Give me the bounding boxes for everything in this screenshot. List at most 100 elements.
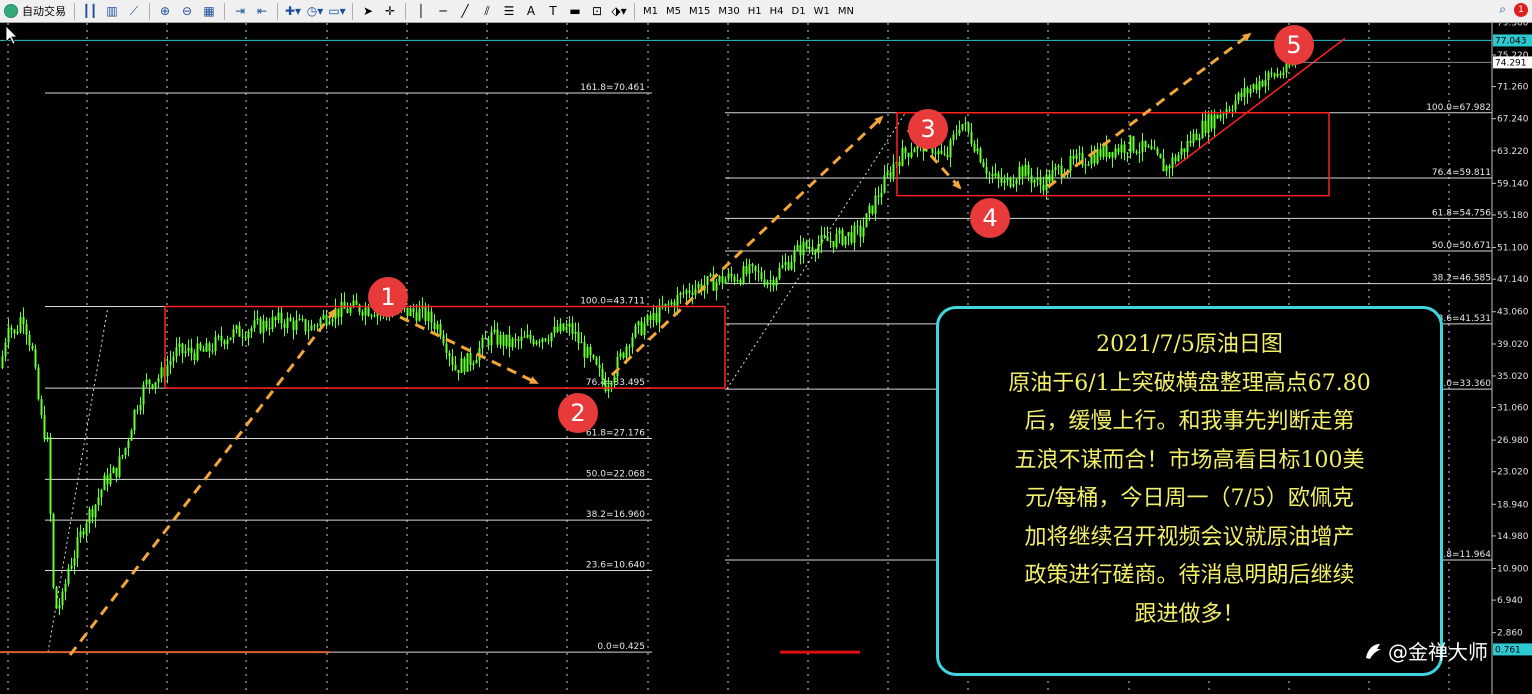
channel-icon[interactable]: ⫽	[477, 2, 497, 21]
candle-body	[1270, 72, 1273, 74]
candle-body	[610, 383, 613, 386]
candle-body	[151, 384, 154, 388]
candle-body	[724, 279, 727, 284]
timeframe-m5[interactable]: M5	[662, 6, 685, 17]
auto-trade-button[interactable]: 自动交易	[0, 2, 70, 21]
cursor-icon[interactable]: ➤	[358, 2, 378, 21]
chart-shift-icon[interactable]: ⇤	[252, 2, 272, 21]
candle-chart-icon[interactable]: ▥	[102, 2, 122, 21]
candle-body	[154, 382, 157, 388]
candle-body	[901, 147, 904, 166]
candle-body	[460, 358, 463, 373]
candle-body	[592, 355, 595, 358]
timeframe-d1[interactable]: D1	[788, 6, 810, 17]
candle-body	[859, 225, 862, 237]
bar-chart-icon[interactable]: ┃┃	[80, 2, 100, 21]
candle-body	[745, 266, 748, 274]
candle-body	[631, 337, 634, 348]
candle-body	[115, 467, 118, 477]
candle-body	[697, 283, 700, 289]
candle-body	[13, 329, 16, 334]
wave-badge-number: 3	[920, 115, 935, 143]
candle-body	[994, 173, 997, 176]
timeframe-m15[interactable]: M15	[685, 6, 714, 17]
candle-body	[955, 133, 958, 135]
candle-body	[679, 292, 682, 295]
analysis-annotation-box: 2021/7/5原油日图 原油于6/1上突破横盘整理高点67.80 后，缓慢上行…	[936, 306, 1443, 676]
candle-body	[658, 305, 661, 323]
timeframe-h4[interactable]: H4	[766, 6, 788, 17]
candle-body	[883, 175, 886, 193]
candle-body	[19, 317, 22, 332]
auto-scroll-icon[interactable]: ⇥	[230, 2, 250, 21]
price-axis-label: 14.980	[1497, 532, 1529, 542]
candle-body	[46, 437, 49, 440]
candle-body	[880, 192, 883, 198]
candle-body	[1141, 140, 1144, 153]
candle-body	[544, 338, 547, 341]
arrows-icon[interactable]: ⬗▾	[609, 2, 629, 21]
text-icon[interactable]: A	[521, 2, 541, 21]
fib-level-label: 38.2=16.960	[586, 510, 645, 520]
candle-body	[1030, 175, 1033, 183]
candle-body	[7, 327, 10, 343]
search-icon[interactable]: ⌕	[1499, 2, 1506, 17]
vertical-line-icon[interactable]: │	[411, 2, 431, 21]
candle-body	[691, 292, 694, 295]
price-axis-label: 71.260	[1497, 83, 1529, 93]
tile-windows-icon[interactable]: ▦	[199, 2, 219, 21]
mouse-cursor-icon	[5, 25, 18, 45]
candle-body	[199, 343, 202, 350]
candle-body	[811, 247, 814, 252]
toolbar-separator	[352, 2, 353, 20]
candle-body	[289, 317, 292, 321]
candle-body	[715, 281, 718, 291]
wave-badge-number: 1	[380, 283, 395, 311]
fib-level-label: 0.0=33.360	[1438, 379, 1492, 389]
fibonacci-icon[interactable]: ☰	[499, 2, 519, 21]
candle-body	[1075, 154, 1078, 159]
trend-line-icon[interactable]: ╱	[455, 2, 475, 21]
candle-body	[472, 363, 475, 365]
candle-body	[1021, 166, 1024, 177]
candle-body	[823, 235, 826, 237]
label-icon[interactable]: ⊡	[587, 2, 607, 21]
candle-body	[292, 320, 295, 330]
timeframe-m30[interactable]: M30	[714, 6, 743, 17]
candle-body	[1273, 73, 1276, 77]
timeframe-mn[interactable]: MN	[834, 6, 858, 17]
timeframe-h1[interactable]: H1	[744, 6, 766, 17]
candle-body	[301, 318, 304, 320]
candle-body	[655, 313, 658, 323]
candle-body	[1234, 100, 1237, 110]
templates-icon[interactable]: ▭▾	[327, 2, 347, 21]
wave-label-2: 2	[558, 393, 598, 433]
zoom-out-icon[interactable]: ⊖	[177, 2, 197, 21]
text-label-icon[interactable]: T	[543, 2, 563, 21]
current-price-label: 74.291	[1495, 58, 1527, 68]
candle-body	[1261, 81, 1264, 87]
crosshair-icon[interactable]: ✛	[380, 2, 400, 21]
candle-body	[265, 320, 268, 328]
rectangle-icon[interactable]: ▬	[565, 2, 585, 21]
candle-body	[73, 558, 76, 566]
fib-level-label: 61.8=27.176	[586, 429, 645, 439]
candle-body	[175, 347, 178, 357]
line-chart-icon[interactable]: ⟋	[124, 2, 144, 21]
watermark-logo-icon	[1366, 643, 1381, 659]
candle-body	[208, 343, 211, 351]
ask-price-label: 77.043	[1495, 36, 1527, 46]
timeframe-w1[interactable]: W1	[810, 6, 834, 17]
candle-body	[886, 172, 889, 176]
candle-body	[1198, 138, 1201, 141]
timeframe-m1[interactable]: M1	[639, 6, 662, 17]
indicators-icon[interactable]: ✚▾	[283, 2, 303, 21]
horizontal-line-icon[interactable]: ─	[433, 2, 453, 21]
candle-body	[313, 325, 316, 327]
candle-body	[532, 339, 535, 345]
notification-badge[interactable]: 1	[1514, 2, 1528, 17]
zoom-in-icon[interactable]: ⊕	[155, 2, 175, 21]
candle-body	[349, 306, 352, 313]
candle-body	[370, 315, 373, 317]
periods-icon[interactable]: ◷▾	[305, 2, 325, 21]
